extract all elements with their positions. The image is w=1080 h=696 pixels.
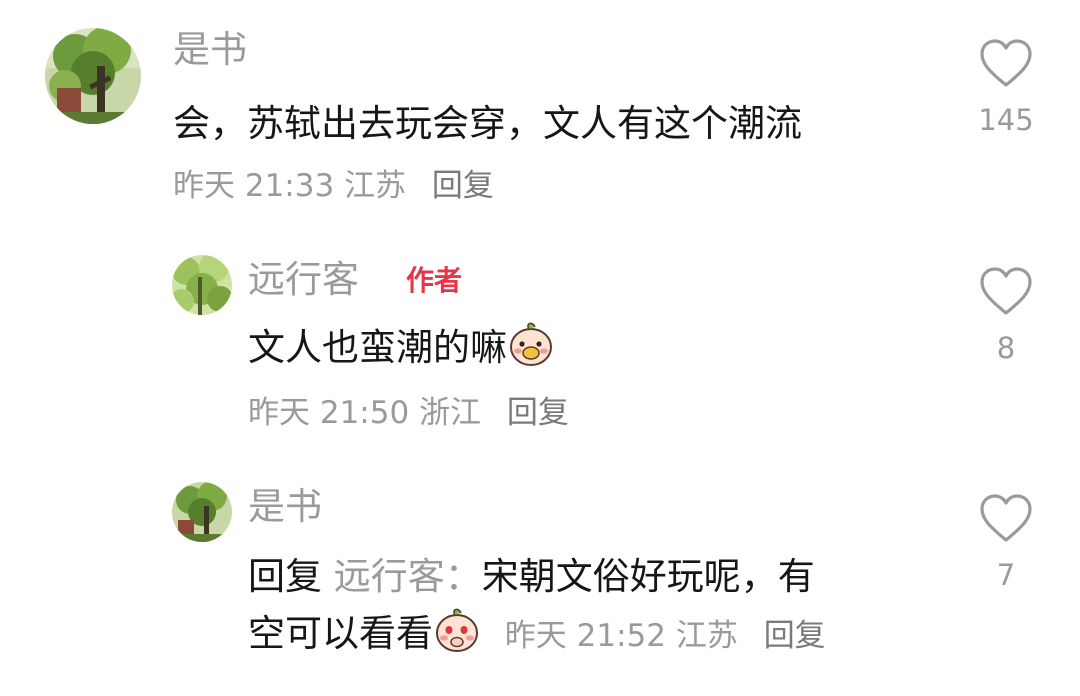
like-count: 145 bbox=[978, 103, 1034, 137]
location: 江苏 bbox=[675, 618, 738, 654]
comment-thread: 是书 会，苏轼出去玩会穿，文人有这个潮流 昨天 21:33 江苏 回复 145 bbox=[0, 0, 1080, 696]
comment-meta: 昨天 21:52 江苏 回复 bbox=[505, 618, 826, 654]
comment-text-line1: 宋朝文俗好玩呢，有 bbox=[481, 555, 815, 598]
location: 浙江 bbox=[419, 395, 482, 431]
location: 江苏 bbox=[344, 168, 407, 204]
like-count: 7 bbox=[996, 558, 1016, 592]
peach-shy-emoji-icon bbox=[433, 606, 481, 670]
username[interactable]: 是书 bbox=[248, 485, 322, 529]
heart-icon bbox=[980, 39, 1032, 87]
green-leaves-avatar-icon bbox=[172, 255, 232, 315]
comment-text[interactable]: 回复 远行客：宋朝文俗好玩呢，有 bbox=[248, 549, 815, 605]
comment-text[interactable]: 会，苏轼出去玩会穿，文人有这个潮流 bbox=[173, 96, 802, 152]
like-count: 8 bbox=[996, 331, 1016, 365]
comment-text[interactable]: 文人也蛮潮的嘛 bbox=[248, 320, 555, 384]
like-button[interactable]: 7 bbox=[971, 493, 1041, 593]
heart-icon bbox=[980, 267, 1032, 315]
avatar[interactable] bbox=[172, 255, 232, 315]
comment-meta: 昨天 21:33 江苏 回复 bbox=[173, 166, 494, 206]
username[interactable]: 是书 bbox=[173, 28, 247, 72]
timestamp: 昨天 21:33 bbox=[173, 168, 335, 204]
reply-button[interactable]: 回复 bbox=[764, 618, 826, 654]
tree-photo-avatar-icon bbox=[45, 28, 141, 124]
comment-text-continued[interactable]: 空可以看看 昨天 21:52 江苏 回复 bbox=[248, 606, 826, 670]
avatar[interactable] bbox=[45, 28, 141, 124]
like-button[interactable]: 145 bbox=[971, 38, 1041, 138]
timestamp: 昨天 21:50 bbox=[248, 395, 410, 431]
heart-icon bbox=[980, 494, 1032, 542]
peach-eating-emoji-icon bbox=[507, 320, 555, 384]
reply-button[interactable]: 回复 bbox=[432, 168, 494, 204]
comment-text-body: 文人也蛮潮的嘛 bbox=[248, 326, 507, 369]
author-badge: 作者 bbox=[406, 264, 463, 297]
username[interactable]: 远行客 bbox=[248, 258, 359, 302]
reply-button[interactable]: 回复 bbox=[507, 395, 569, 431]
reply-prefix: 回复 bbox=[248, 555, 322, 598]
tree-photo-avatar-icon bbox=[172, 482, 232, 542]
comment-meta: 昨天 21:50 浙江 回复 bbox=[248, 393, 569, 433]
avatar[interactable] bbox=[172, 482, 232, 542]
like-button[interactable]: 8 bbox=[971, 266, 1041, 366]
reply-to-user[interactable]: 远行客： bbox=[334, 555, 482, 598]
comment-text-line2: 空可以看看 bbox=[248, 612, 433, 655]
timestamp: 昨天 21:52 bbox=[504, 618, 666, 654]
